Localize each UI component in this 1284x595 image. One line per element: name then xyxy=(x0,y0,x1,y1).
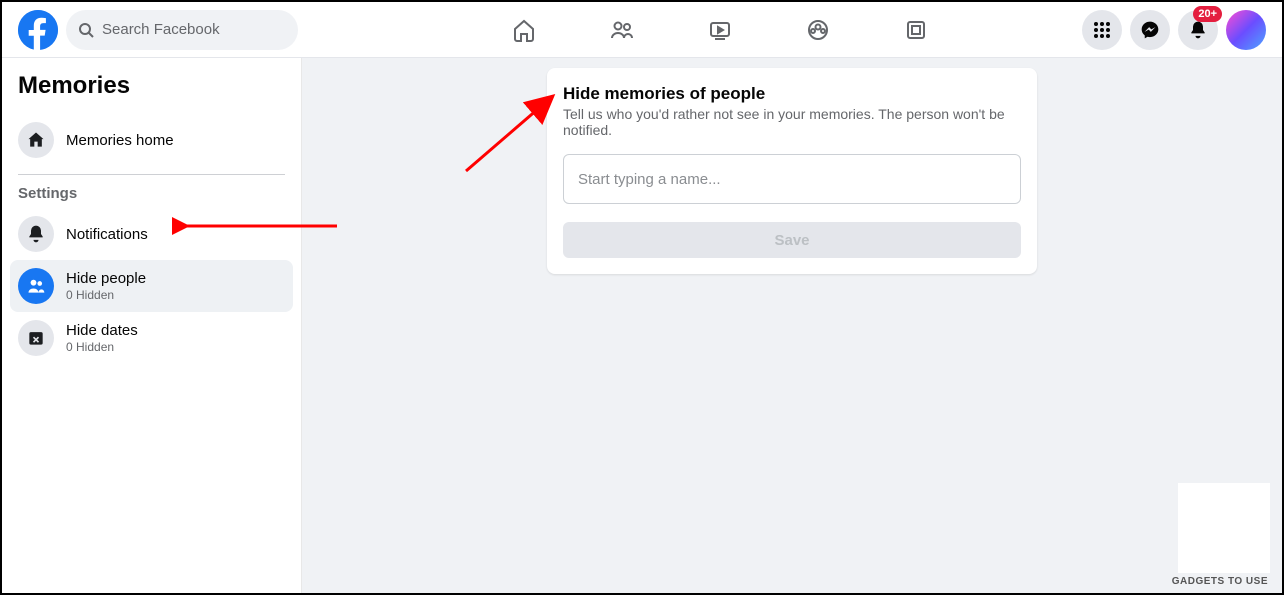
search-input[interactable] xyxy=(102,21,282,38)
gaming-icon xyxy=(904,18,928,42)
save-button[interactable]: Save xyxy=(563,222,1021,258)
sidebar-title: Memories xyxy=(18,72,285,100)
home-circle-icon xyxy=(18,122,54,158)
messenger-icon xyxy=(1140,20,1160,40)
hide-people-card: Hide memories of people Tell us who you'… xyxy=(547,68,1037,274)
groups-icon xyxy=(806,18,830,42)
sidebar-item-label: Notifications xyxy=(66,226,148,243)
menu-button[interactable] xyxy=(1082,10,1122,50)
calendar-x-circle-icon xyxy=(18,320,54,356)
home-icon xyxy=(512,18,536,42)
sidebar-item-hide-people[interactable]: Hide people 0 Hidden xyxy=(10,260,293,312)
watermark: GADGETS TO USE xyxy=(1172,576,1268,587)
top-navigation-bar: 20+ xyxy=(2,2,1282,58)
sidebar-divider xyxy=(18,174,285,175)
nav-gaming[interactable] xyxy=(871,6,961,54)
card-description: Tell us who you'd rather not see in your… xyxy=(563,106,1021,138)
sidebar-item-subtitle: 0 Hidden xyxy=(66,340,138,354)
nav-groups[interactable] xyxy=(773,6,863,54)
right-controls: 20+ xyxy=(1082,10,1266,50)
menu-grid-icon xyxy=(1092,20,1112,40)
bell-icon xyxy=(1188,20,1208,40)
nav-friends[interactable] xyxy=(577,6,667,54)
sidebar-item-subtitle: 0 Hidden xyxy=(66,288,146,302)
profile-avatar[interactable] xyxy=(1226,10,1266,50)
notifications-button[interactable]: 20+ xyxy=(1178,10,1218,50)
messenger-button[interactable] xyxy=(1130,10,1170,50)
bell-circle-icon xyxy=(18,216,54,252)
settings-section-label: Settings xyxy=(18,185,285,202)
search-icon xyxy=(78,22,94,38)
nav-watch[interactable] xyxy=(675,6,765,54)
sidebar-item-label: Hide people xyxy=(66,270,146,287)
notification-badge: 20+ xyxy=(1193,6,1222,22)
watch-icon xyxy=(708,18,732,42)
facebook-logo[interactable] xyxy=(18,10,58,50)
friends-icon xyxy=(610,18,634,42)
sidebar-item-hide-dates[interactable]: Hide dates 0 Hidden xyxy=(10,312,293,364)
card-title: Hide memories of people xyxy=(563,84,1021,104)
main-content: Hide memories of people Tell us who you'… xyxy=(302,58,1282,593)
sidebar-item-memories-home[interactable]: Memories home xyxy=(10,114,293,166)
left-sidebar: Memories Memories home Settings Notifica… xyxy=(2,58,302,593)
nav-home[interactable] xyxy=(479,6,569,54)
search-box[interactable] xyxy=(66,10,298,50)
sidebar-item-notifications[interactable]: Notifications xyxy=(10,208,293,260)
name-input[interactable] xyxy=(563,154,1021,204)
people-circle-icon xyxy=(18,268,54,304)
sidebar-item-label: Hide dates xyxy=(66,322,138,339)
blank-overlay xyxy=(1178,483,1270,573)
sidebar-item-label: Memories home xyxy=(66,132,174,149)
center-navigation xyxy=(358,6,1082,54)
